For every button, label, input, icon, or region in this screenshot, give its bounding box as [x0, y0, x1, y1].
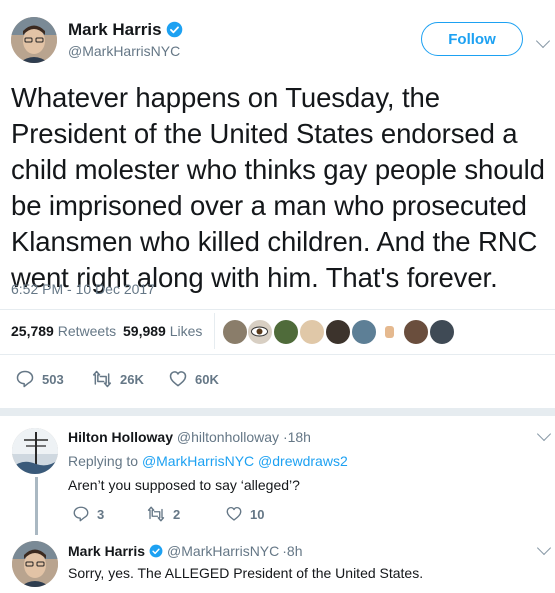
heart-icon	[226, 506, 242, 521]
reply-icon	[16, 370, 34, 388]
chevron-down-icon[interactable]	[535, 33, 551, 49]
replying-to-link[interactable]: @MarkHarrisNYC	[142, 453, 254, 469]
reply-author-handle[interactable]: @hiltonholloway	[177, 429, 279, 445]
liker-avatar[interactable]	[325, 319, 351, 345]
liker-avatar[interactable]	[403, 319, 429, 345]
retweet-button[interactable]: 26K	[91, 369, 144, 389]
like-button[interactable]: 10	[225, 505, 264, 523]
reply-time[interactable]: ·18h	[283, 429, 311, 445]
chevron-down-icon[interactable]	[536, 540, 552, 556]
tweet-text: Whatever happens on Tuesday, the Preside…	[11, 82, 545, 293]
verified-badge-icon	[166, 21, 183, 38]
like-button[interactable]: 60K	[168, 369, 219, 389]
replying-to-link[interactable]: @drewdraws2	[258, 453, 348, 469]
chevron-down-icon[interactable]	[536, 426, 552, 442]
reply-author-avatar[interactable]	[12, 541, 58, 587]
author-avatar[interactable]	[11, 17, 57, 63]
verified-badge-icon	[149, 544, 163, 558]
retweet-button[interactable]: 2	[146, 505, 180, 523]
liker-avatars[interactable]	[222, 319, 482, 345]
replying-to: Replying to @MarkHarrisNYC @drewdraws2	[68, 453, 348, 469]
retweets-count: 25,789	[11, 323, 54, 339]
divider	[0, 309, 555, 310]
reply-button[interactable]: 3	[72, 505, 104, 523]
thread-line	[35, 477, 38, 535]
likes-stat[interactable]: 59,989 Likes	[123, 323, 202, 339]
like-count: 10	[250, 506, 265, 522]
reply-text: Sorry, yes. The ALLEGED President of the…	[68, 565, 424, 581]
liker-avatar[interactable]	[273, 319, 299, 345]
retweet-count: 2	[173, 506, 181, 522]
liker-avatar[interactable]	[351, 319, 377, 345]
retweet-count: 26K	[120, 371, 144, 387]
liker-avatar[interactable]	[222, 319, 248, 345]
follow-button[interactable]: Follow	[421, 22, 523, 56]
retweet-icon	[147, 506, 165, 522]
reply-button[interactable]: 503	[15, 369, 64, 389]
likes-count: 59,989	[123, 323, 166, 339]
divider	[0, 354, 555, 355]
reply-text: Aren’t you supposed to say ‘alleged’?	[68, 477, 300, 493]
reply-author-avatar[interactable]	[12, 428, 58, 474]
retweet-icon	[92, 370, 112, 388]
reply-count: 503	[42, 371, 64, 387]
reply-header: Hilton Holloway @hiltonholloway ·18h	[68, 429, 311, 445]
liker-avatar[interactable]	[299, 319, 325, 345]
reply-author-name[interactable]: Hilton Holloway	[68, 429, 173, 445]
replying-to-label: Replying to	[68, 453, 139, 469]
reply-count: 3	[97, 506, 105, 522]
reply-author-handle[interactable]: @MarkHarrisNYC	[167, 543, 279, 559]
tweet-timestamp[interactable]: 6:52 PM - 10 Dec 2017	[11, 281, 155, 297]
liker-avatar[interactable]	[247, 319, 273, 345]
liker-avatar[interactable]	[377, 319, 403, 345]
reply-icon	[73, 506, 89, 522]
retweets-stat[interactable]: 25,789 Retweets	[11, 323, 116, 339]
like-count: 60K	[195, 371, 219, 387]
stats-separator	[214, 313, 215, 349]
reply-author-name[interactable]: Mark Harris	[68, 543, 145, 559]
retweets-label: Retweets	[57, 323, 117, 339]
heart-icon	[169, 371, 187, 387]
reply-header: Mark Harris @MarkHarrisNYC ·8h	[68, 543, 303, 559]
likes-label: Likes	[169, 323, 203, 339]
author-name[interactable]: Mark Harris	[68, 20, 162, 40]
liker-avatar[interactable]	[429, 319, 455, 345]
reply-time[interactable]: ·8h	[282, 543, 302, 559]
author-handle[interactable]: @MarkHarrisNYC	[68, 43, 180, 59]
divider	[0, 408, 555, 416]
